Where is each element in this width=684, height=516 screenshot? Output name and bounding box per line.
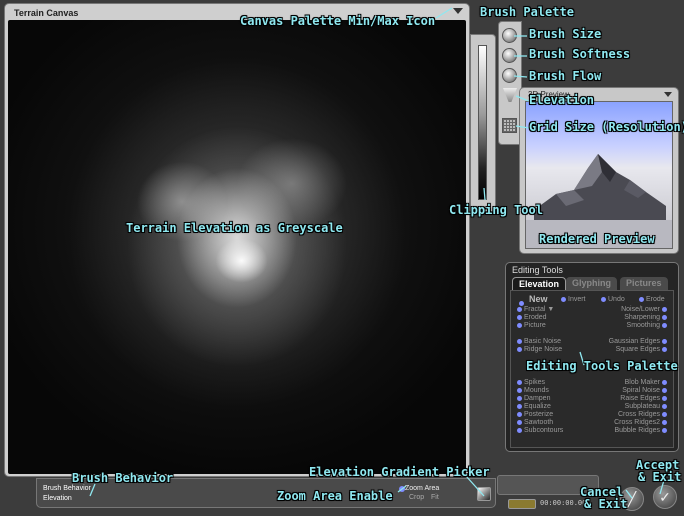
callout-terrain-elevation: Terrain Elevation as Greyscale — [126, 221, 343, 235]
undo-label: Undo — [608, 296, 625, 303]
tool-item-label: Noise/Lower — [621, 306, 660, 313]
tool-item[interactable]: Smoothing — [627, 322, 669, 329]
tool-item-label: Bubble Ridges — [614, 427, 660, 434]
tab-glyphing[interactable]: Glyphing — [566, 277, 617, 290]
tool-item[interactable]: Blob Maker — [625, 379, 669, 386]
callout-zoom-area-enable: Zoom Area Enable — [277, 489, 393, 503]
terrain-canvas[interactable] — [8, 20, 466, 474]
callout-accept-exit-2: & Exit — [638, 470, 682, 484]
playback-button[interactable] — [508, 499, 536, 509]
tool-item[interactable]: Spiral Noise — [622, 387, 669, 394]
preview-minmax-icon[interactable] — [664, 92, 672, 97]
tool-item[interactable]: Bubble Ridges — [614, 427, 669, 434]
tool-item[interactable]: Noise/Lower — [621, 306, 669, 313]
callout-elevation: Elevation — [529, 93, 595, 107]
tool-item[interactable]: Cross Ridges2 — [614, 419, 669, 426]
tool-item-label: Cross Ridges — [617, 411, 660, 418]
callout-canvas-minmax: Canvas Palette Min/Max Icon — [240, 14, 436, 28]
tool-item[interactable]: Fractal ▼ — [515, 306, 554, 313]
callout-clipping-tool: Clipping Tool — [449, 203, 543, 217]
tool-item-label: Posterize — [524, 411, 554, 418]
tool-item-label: Equalize — [524, 403, 551, 410]
zoom-crop-button[interactable]: Crop — [409, 494, 424, 501]
tool-item[interactable]: Square Edges — [616, 346, 669, 353]
zoom-area-title: Zoom Area — [405, 485, 440, 492]
undo-option[interactable]: Undo — [599, 296, 625, 303]
callout-editing-tools-palette: Editing Tools Palette — [526, 359, 678, 373]
callout-elevation-gradient-picker: Elevation Gradient Picker — [309, 465, 490, 479]
tab-elevation[interactable]: Elevation — [512, 277, 567, 290]
callout-brush-flow: Brush Flow — [529, 69, 602, 83]
tool-item-label: Smoothing — [626, 322, 660, 329]
tool-item[interactable]: Spikes — [515, 379, 545, 386]
invert-label: Invert — [568, 296, 586, 303]
tool-item-label: Spikes — [524, 379, 546, 386]
brush-size-button[interactable] — [502, 28, 517, 43]
tool-item-label: Ridge Noise — [524, 346, 563, 353]
tool-item-label: Fractal ▼ — [524, 306, 555, 313]
tool-item-label: Mounds — [524, 387, 549, 394]
tool-item-label: Sawtooth — [524, 419, 554, 426]
callout-brush-size: Brush Size — [529, 27, 602, 41]
tool-item-label: Eroded — [524, 314, 547, 321]
clipping-tool-panel — [470, 34, 496, 212]
brush-softness-button[interactable] — [502, 48, 517, 63]
tool-item[interactable]: Subcontours — [515, 427, 563, 434]
tool-item[interactable]: Basic Noise — [515, 338, 561, 345]
tool-item-label: Blob Maker — [624, 379, 660, 386]
timecode: 00:00:00.00 — [540, 499, 587, 507]
erode-option[interactable]: Erode — [637, 296, 665, 303]
tool-item-label: Spiral Noise — [622, 387, 660, 394]
invert-option[interactable]: Invert — [559, 296, 586, 303]
erode-label: Erode — [646, 296, 665, 303]
tool-item-label: Sharpening — [624, 314, 660, 321]
new-button[interactable]: New — [529, 294, 548, 304]
tool-item[interactable]: Eroded — [515, 314, 547, 321]
elevation-brush-button[interactable] — [503, 88, 517, 102]
callout-rendered-preview: Rendered Preview — [539, 232, 655, 246]
callout-brush-softness: Brush Softness — [529, 47, 631, 61]
callout-cancel-exit-2: & Exit — [584, 497, 628, 511]
check-icon: ✓ — [659, 488, 671, 505]
tab-pictures[interactable]: Pictures — [620, 277, 668, 290]
callout-brush-palette: Brush Palette — [480, 5, 574, 19]
tool-item[interactable]: Sawtooth — [515, 419, 553, 426]
tool-item[interactable]: Cross Ridges — [618, 411, 669, 418]
tool-item-label: Square Edges — [615, 346, 660, 353]
zoom-fit-button[interactable]: Fit — [431, 494, 439, 501]
tool-item-label: Raise Edges — [620, 395, 660, 402]
callout-brush-behavior: Brush Behavior — [72, 471, 174, 485]
grid-size-button[interactable] — [502, 118, 517, 133]
elevation-gradient-picker[interactable] — [477, 487, 491, 501]
tool-item-label: Cross Ridges2 — [614, 419, 660, 426]
tool-item-label: Subcontours — [524, 427, 564, 434]
brush-behavior-select[interactable]: Elevation — [43, 495, 72, 502]
canvas-title: Terrain Canvas — [14, 8, 79, 18]
editing-tools-title: Editing Tools — [512, 265, 563, 275]
tool-item[interactable]: Picture — [515, 322, 546, 329]
tool-item[interactable]: Posterize — [515, 411, 553, 418]
canvas-minmax-icon[interactable] — [453, 8, 463, 14]
tool-item[interactable]: Ridge Noise — [515, 346, 562, 353]
tool-item-label: Dampen — [524, 395, 551, 402]
tool-item-label: Picture — [524, 322, 546, 329]
accept-exit-button[interactable]: ✓ — [653, 485, 677, 509]
3d-preview-window: 3D Preview — [519, 87, 679, 254]
tool-item[interactable]: Sharpening — [624, 314, 669, 321]
tool-item-label: Basic Noise — [524, 338, 561, 345]
tool-item-label: Subplateau — [624, 403, 660, 410]
clipping-slider[interactable] — [478, 45, 487, 200]
tool-item-label: Gaussian Edges — [608, 338, 660, 345]
callout-grid-size: Grid Size (Resolution) — [529, 120, 684, 134]
tool-item[interactable]: Equalize — [515, 403, 551, 410]
tool-item[interactable]: Subplateau — [625, 403, 669, 410]
tool-item[interactable]: Raise Edges — [620, 395, 669, 402]
editing-tools-panel: Editing Tools Elevation Glyphing Picture… — [505, 262, 679, 452]
tool-item[interactable]: Gaussian Edges — [609, 338, 669, 345]
tool-item[interactable]: Dampen — [515, 395, 550, 402]
terrain-canvas-window: Terrain Canvas — [4, 3, 470, 477]
brush-flow-button[interactable] — [502, 68, 517, 83]
brush-behavior-title: Brush Behavior — [43, 485, 91, 492]
tool-item[interactable]: Mounds — [515, 387, 549, 394]
